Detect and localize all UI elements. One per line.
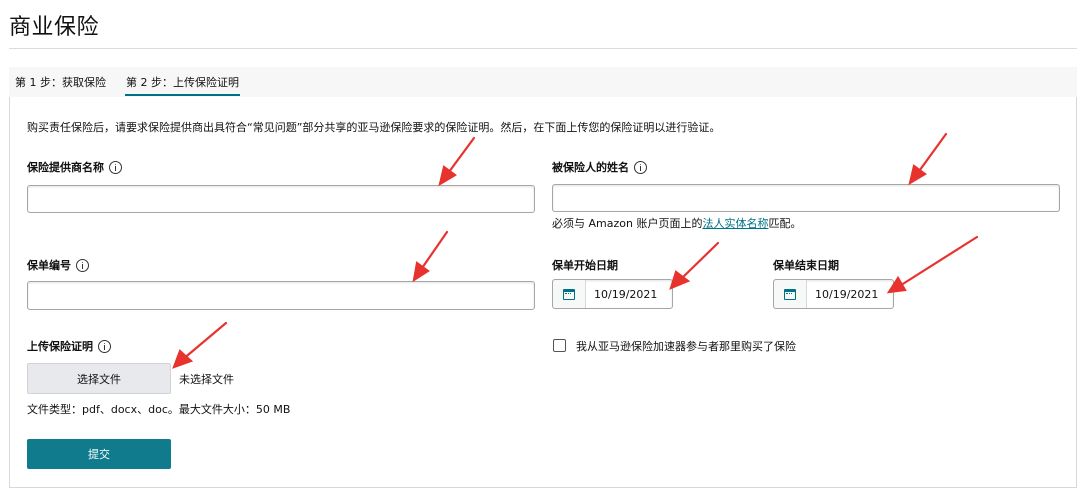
policy-number-label-text: 保单编号 — [27, 259, 71, 272]
file-types-text: 文件类型：pdf、docx、doc。最大文件大小：50 MB — [27, 403, 291, 416]
end-date-calendar-button[interactable] — [774, 280, 807, 308]
accelerator-checkbox[interactable] — [553, 339, 566, 352]
start-date-calendar-button[interactable] — [553, 280, 586, 308]
provider-name-input[interactable] — [27, 185, 535, 213]
start-date-label-text: 保单开始日期 — [552, 259, 618, 272]
calendar-icon — [784, 288, 796, 300]
tab-step-1-label: 第 1 步：获取保险 — [15, 76, 106, 89]
end-date-label-text: 保单结束日期 — [773, 259, 839, 272]
choose-file-button[interactable]: 选择文件 — [27, 363, 171, 394]
file-status-text: 未选择文件 — [179, 373, 234, 386]
provider-name-label: 保险提供商名称 — [27, 159, 122, 175]
info-icon[interactable] — [98, 339, 111, 353]
tab-step-2-label: 第 2 步：上传保险证明 — [126, 76, 239, 89]
intro-text: 购买责任保险后，请要求保险提供商出具符合“常见问题”部分共享的亚马逊保险要求的保… — [27, 121, 721, 134]
tab-step-2[interactable]: 第 2 步：上传保险证明 — [125, 74, 240, 96]
policy-number-input[interactable] — [27, 281, 535, 310]
start-date-label: 保单开始日期 — [552, 257, 618, 273]
end-date-picker[interactable]: 10/19/2021 — [773, 279, 894, 309]
provider-name-label-text: 保险提供商名称 — [27, 161, 104, 174]
insured-name-input[interactable] — [552, 184, 1060, 212]
insured-hint-prefix: 必须与 Amazon 账户页面上的 — [552, 217, 703, 230]
tab-step-1[interactable]: 第 1 步：获取保险 — [15, 74, 106, 90]
insured-name-hint: 必须与 Amazon 账户页面上的法人实体名称匹配。 — [552, 215, 801, 231]
accelerator-checkbox-label[interactable]: 我从亚马逊保险加速器参与者那里购买了保险 — [576, 338, 796, 354]
active-tab-indicator — [125, 94, 240, 96]
info-icon[interactable] — [634, 160, 647, 174]
insured-hint-suffix: 匹配。 — [768, 217, 802, 230]
submit-button[interactable]: 提交 — [27, 439, 171, 469]
insured-name-label: 被保险人的姓名 — [552, 159, 647, 175]
step-tabs: 第 1 步：获取保险 第 2 步：上传保险证明 — [9, 67, 1077, 98]
policy-number-label: 保单编号 — [27, 257, 89, 273]
upload-proof-label-text: 上传保险证明 — [27, 340, 93, 353]
calendar-icon — [563, 288, 575, 300]
start-date-value: 10/19/2021 — [594, 287, 658, 301]
legal-entity-name-link[interactable]: 法人实体名称 — [702, 217, 768, 230]
upload-proof-label: 上传保险证明 — [27, 338, 111, 354]
page-title: 商业保险 — [9, 15, 100, 40]
info-icon[interactable] — [76, 258, 89, 272]
end-date-label: 保单结束日期 — [773, 257, 839, 273]
insured-name-label-text: 被保险人的姓名 — [552, 161, 629, 174]
end-date-value: 10/19/2021 — [815, 287, 879, 301]
info-icon[interactable] — [109, 160, 122, 174]
start-date-picker[interactable]: 10/19/2021 — [552, 279, 673, 309]
title-divider — [9, 48, 1077, 49]
